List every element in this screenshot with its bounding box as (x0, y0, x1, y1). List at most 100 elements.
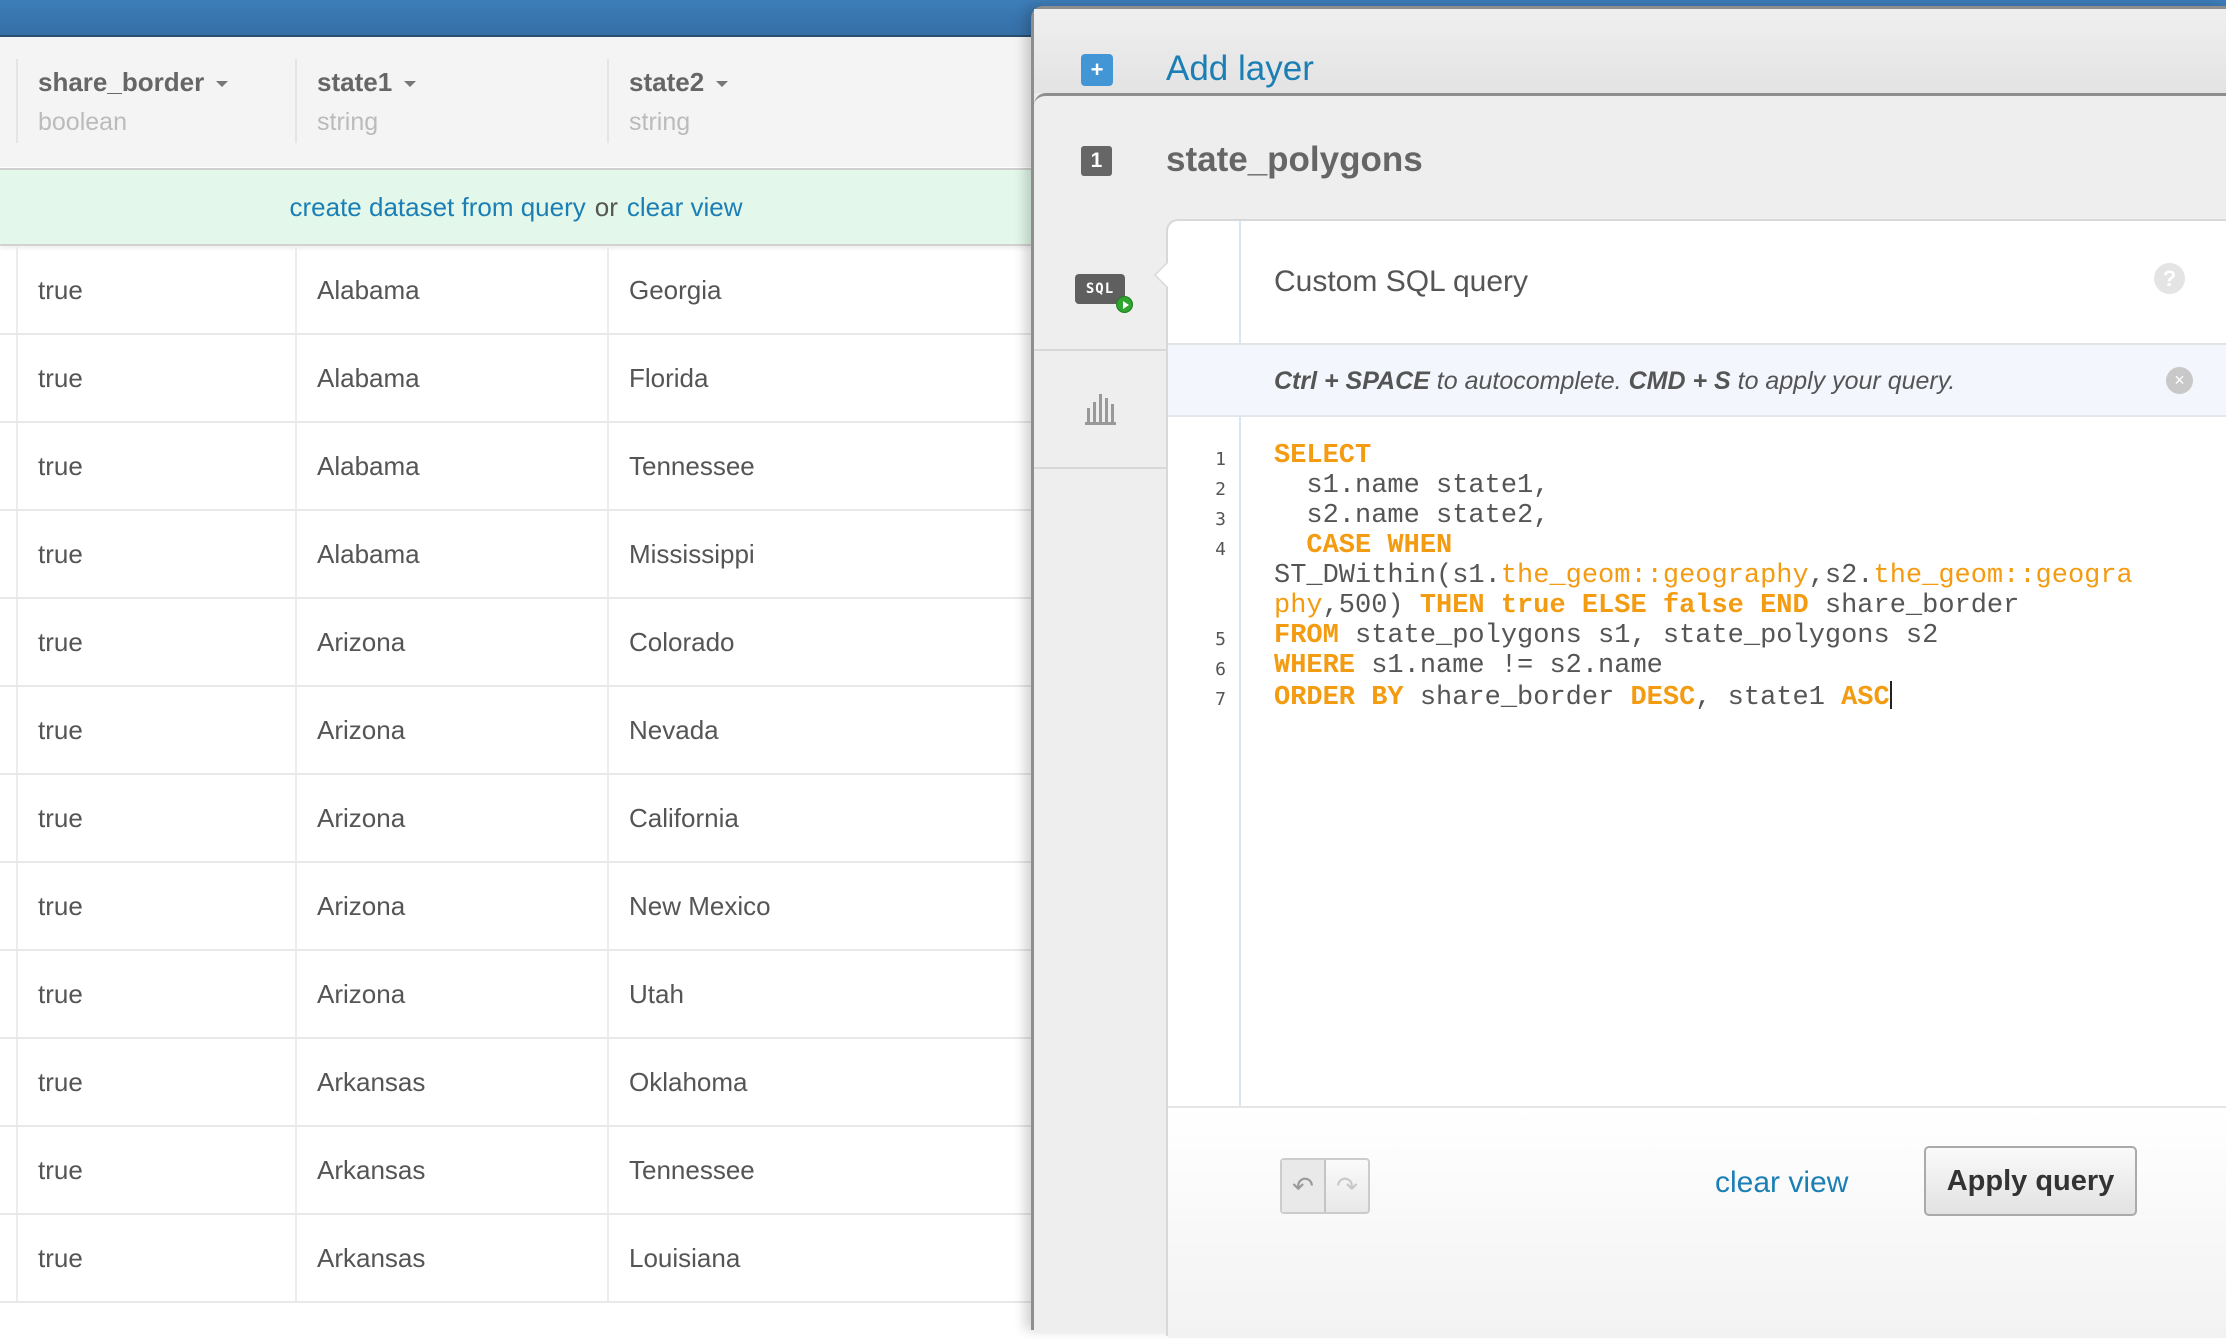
table-cell-state2[interactable]: Utah (607, 951, 1032, 1037)
layer-sidebar: SQL (1034, 229, 1166, 1339)
table-cell-share-border[interactable]: true (16, 599, 295, 685)
sql-keyword: CASE WHEN (1306, 531, 1453, 561)
column-name: share_border (38, 67, 205, 97)
close-icon[interactable]: × (2166, 367, 2193, 394)
table-cell-state1[interactable]: Arizona (295, 775, 607, 861)
add-layer-button[interactable]: + Add layer (1034, 9, 2226, 93)
table-cell-share-border[interactable]: true (16, 775, 295, 861)
chevron-down-icon[interactable] (404, 81, 417, 87)
column-header-state2[interactable]: state2 string (607, 59, 729, 143)
line-number: 4 (1215, 539, 1226, 560)
table-cell-share-border[interactable]: true (16, 687, 295, 773)
table-cell-state1[interactable]: Arizona (295, 687, 607, 773)
table-cell-state2[interactable]: Mississippi (607, 511, 1032, 597)
table-row: true Alabama Florida (0, 335, 1032, 423)
layer-name[interactable]: state_polygons (1166, 140, 1423, 180)
layer-panel: + Add layer 1 state_polygons SQL Custom … (1031, 6, 2226, 1338)
column-type: boolean (38, 108, 127, 136)
help-icon[interactable]: ? (2154, 263, 2185, 294)
clear-view-link[interactable]: clear view (627, 192, 743, 223)
code-line: phy,500) THEN true ELSE false END share_… (1274, 591, 2019, 621)
table-row: true Arizona Colorado (0, 599, 1032, 687)
table-row: true Arizona New Mexico (0, 863, 1032, 951)
table-cell-state2[interactable]: New Mexico (607, 863, 1032, 949)
code-line: ORDER BY share_border DESC, state1 ASC (1274, 681, 1892, 713)
sql-text: s1.name state1, (1274, 471, 1550, 501)
apply-query-button[interactable]: Apply query (1924, 1146, 2137, 1216)
table-cell-state2[interactable]: Florida (607, 335, 1032, 421)
chevron-down-icon[interactable] (716, 81, 729, 87)
sql-editor-footer: ↶ ↷ clear view Apply query (1168, 1106, 2226, 1338)
table-cell-share-border[interactable]: true (16, 423, 295, 509)
create-dataset-link[interactable]: create dataset from query (290, 192, 586, 223)
table-cell-state1[interactable]: Alabama (295, 335, 607, 421)
add-layer-label: Add layer (1166, 49, 1314, 88)
line-number: 7 (1215, 689, 1226, 710)
sql-identifier: phy (1274, 591, 1323, 621)
column-header-share-border[interactable]: share_border boolean (16, 59, 229, 143)
table-cell-state1[interactable]: Arkansas (295, 1215, 607, 1301)
line-number: 6 (1215, 659, 1226, 680)
hint-key-autocomplete: Ctrl + SPACE (1274, 367, 1430, 395)
table-row: true Arizona California (0, 775, 1032, 863)
redo-icon[interactable]: ↷ (1326, 1160, 1368, 1212)
table-cell-state2[interactable]: Louisiana (607, 1215, 1032, 1301)
plus-icon: + (1081, 54, 1113, 86)
sql-text: ,s2. (1808, 561, 1874, 591)
table-cell-state2[interactable]: Georgia (607, 247, 1032, 333)
table-cell-state2[interactable]: Tennessee (607, 1127, 1032, 1213)
table-cell-share-border[interactable]: true (16, 1215, 295, 1301)
table-cell-state1[interactable]: Arkansas (295, 1039, 607, 1125)
sql-identifier: the_geom::geography (1500, 561, 1809, 591)
table-cell-state1[interactable]: Arizona (295, 951, 607, 1037)
sidebar-item-sql[interactable]: SQL (1034, 229, 1166, 349)
line-number: 5 (1215, 629, 1226, 650)
sidebar-item-chart[interactable] (1034, 349, 1166, 469)
table-cell-state1[interactable]: Alabama (295, 423, 607, 509)
sql-keyword: ASC (1841, 683, 1890, 713)
table-cell-state1[interactable]: Arizona (295, 863, 607, 949)
data-table: share_border boolean state1 string state… (0, 37, 1032, 1330)
sql-code-editor[interactable]: 1 SELECT 2 s1.name state1, 3 s2.name state2… (1168, 427, 2226, 1087)
table-cell-state2[interactable]: Oklahoma (607, 1039, 1032, 1125)
table-cell-state1[interactable]: Alabama (295, 511, 607, 597)
table-cell-share-border[interactable]: true (16, 247, 295, 333)
line-number: 3 (1215, 509, 1226, 530)
clear-view-button[interactable]: clear view (1715, 1166, 1848, 1200)
code-line: ST_DWithin(s1.the_geom::geography,s2.the… (1274, 561, 2133, 591)
sql-keyword: SELECT (1274, 441, 1372, 471)
table-header: share_border boolean state1 string state… (0, 37, 1032, 167)
undo-redo-group: ↶ ↷ (1280, 1158, 1370, 1214)
code-line: s2.name state2, (1274, 501, 1549, 531)
table-cell-share-border[interactable]: true (16, 863, 295, 949)
sql-text: , state1 (1695, 683, 1842, 713)
table-row: true Alabama Mississippi (0, 511, 1032, 599)
column-header-state1[interactable]: state1 string (295, 59, 417, 143)
table-body: true Alabama Georgia true Alabama Florida true… (0, 247, 1032, 1303)
play-icon (1116, 296, 1133, 313)
table-cell-state1[interactable]: Arizona (295, 599, 607, 685)
table-cell-share-border[interactable]: true (16, 511, 295, 597)
table-cell-state2[interactable]: Colorado (607, 599, 1032, 685)
undo-icon[interactable]: ↶ (1282, 1160, 1326, 1212)
table-cell-share-border[interactable]: true (16, 1039, 295, 1125)
table-row: true Arkansas Tennessee (0, 1127, 1032, 1215)
table-cell-state2[interactable]: Nevada (607, 687, 1032, 773)
table-cell-share-border[interactable]: true (16, 1127, 295, 1213)
sql-icon-label: SQL (1085, 281, 1115, 297)
chevron-down-icon[interactable] (216, 81, 229, 87)
table-cell-share-border[interactable]: true (16, 951, 295, 1037)
column-name: state2 (629, 67, 705, 97)
query-result-banner: create dataset from query or clear view (0, 168, 1032, 246)
table-cell-state2[interactable]: Tennessee (607, 423, 1032, 509)
banner-separator: or (594, 191, 618, 222)
sql-keyword: THEN true ELSE false END (1419, 591, 1809, 621)
table-cell-state1[interactable]: Alabama (295, 247, 607, 333)
sql-keyword: DESC (1630, 683, 1696, 713)
table-cell-state1[interactable]: Arkansas (295, 1127, 607, 1213)
code-line: s1.name state1, (1274, 471, 1549, 501)
table-cell-state2[interactable]: California (607, 775, 1032, 861)
table-cell-share-border[interactable]: true (16, 335, 295, 421)
sql-keyword: FROM (1274, 621, 1339, 651)
column-name: state1 (317, 67, 393, 97)
